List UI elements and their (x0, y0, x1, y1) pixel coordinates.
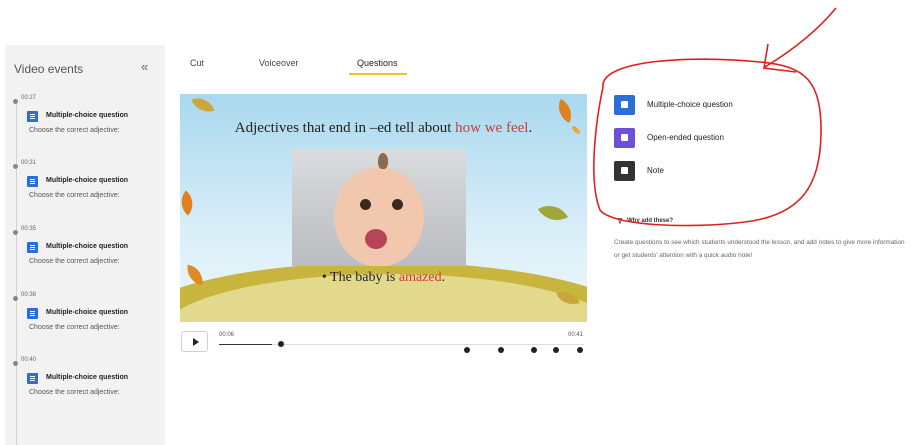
event-type: Multiple-choice question (46, 309, 129, 316)
list-icon (27, 308, 38, 319)
event-type: Multiple-choice question (46, 374, 129, 381)
add-multiple-choice-button[interactable]: Multiple-choice question (614, 95, 814, 115)
event-marker[interactable] (577, 347, 583, 353)
timeline-dot (13, 361, 18, 366)
event-type: Multiple-choice question (46, 112, 129, 119)
info-text: Create questions to see which students u… (614, 239, 905, 259)
leaf-decoration (180, 190, 200, 216)
tab-voiceover[interactable]: Voiceover (259, 58, 299, 68)
sidebar-title: Video events (14, 62, 84, 76)
event-time: 00:31 (21, 160, 37, 166)
red-arrow-head (763, 43, 797, 73)
slide-caption-highlight: amazed (398, 270, 442, 285)
slide-caption-suffix: . (441, 270, 446, 285)
event-description: Choose the correct adjective: (29, 127, 120, 134)
video-events-sidebar: Video events « 00:27 Multiple-choice que… (5, 45, 165, 445)
slide-caption-text: • The baby is (321, 270, 399, 285)
video-frame[interactable]: Adjectives that end in –ed tell about ho… (180, 94, 587, 322)
option-label: Multiple-choice question (647, 100, 733, 109)
event-description: Choose the correct adjective: (29, 389, 120, 396)
slide-title-text: Adjectives that end in –ed tell about (234, 120, 456, 136)
lightbulb-icon (617, 218, 623, 224)
list-icon (27, 373, 38, 384)
timeline-dot (13, 296, 18, 301)
tab-questions[interactable]: Questions (357, 58, 398, 68)
timeline-dot (13, 230, 18, 235)
event-type: Multiple-choice question (46, 243, 129, 250)
baby-hair (378, 153, 388, 169)
leaf-decoration (537, 197, 569, 229)
event-time: 00:35 (21, 226, 37, 232)
list-icon (27, 242, 38, 253)
tab-cut[interactable]: Cut (190, 58, 204, 68)
event-description: Choose the correct adjective: (29, 258, 120, 265)
end-time: 00:41 (568, 332, 584, 338)
slide-caption: • The baby is amazed. (180, 270, 587, 286)
event-type: Multiple-choice question (46, 177, 129, 184)
active-tab-underline (349, 73, 407, 75)
event-marker[interactable] (498, 347, 504, 353)
why-add-these-link[interactable]: Why add these? (627, 218, 673, 224)
timeline-dot (13, 164, 18, 169)
baby-photo (292, 149, 466, 266)
list-icon (27, 111, 38, 122)
list-icon (27, 176, 38, 187)
seek-track[interactable] (219, 344, 584, 345)
slide-title-suffix: . (528, 120, 533, 136)
speech-bubble-icon (614, 128, 635, 148)
current-time: 00:06 (219, 332, 235, 338)
baby-eye (360, 199, 371, 210)
list-icon (614, 95, 635, 115)
slide-title-highlight: how we feel (455, 120, 529, 136)
event-time: 00:40 (21, 357, 37, 363)
event-marker[interactable] (464, 347, 470, 353)
baby-mouth (365, 229, 387, 249)
slide-title: Adjectives that end in –ed tell about ho… (180, 120, 587, 137)
double-chevron-left-icon[interactable]: « (141, 59, 148, 74)
event-marker[interactable] (531, 347, 537, 353)
leaf-decoration (191, 94, 215, 117)
add-note-button[interactable]: Note (614, 161, 814, 181)
event-time: 00:27 (21, 95, 37, 101)
red-arrow-shaft (764, 7, 837, 68)
seek-progress (219, 344, 272, 345)
event-description: Choose the correct adjective: (29, 192, 120, 199)
baby-face (334, 167, 424, 266)
add-open-ended-button[interactable]: Open-ended question (614, 128, 814, 148)
event-time: 00:38 (21, 292, 37, 298)
timeline-line (16, 100, 17, 445)
baby-eye (392, 199, 403, 210)
event-description: Choose the correct adjective: (29, 324, 120, 331)
option-label: Note (647, 166, 664, 175)
timeline-dot (13, 99, 18, 104)
note-icon (614, 161, 635, 181)
play-button[interactable] (181, 331, 208, 352)
option-label: Open-ended question (647, 133, 724, 142)
event-marker[interactable] (553, 347, 559, 353)
seek-handle[interactable] (278, 341, 284, 347)
